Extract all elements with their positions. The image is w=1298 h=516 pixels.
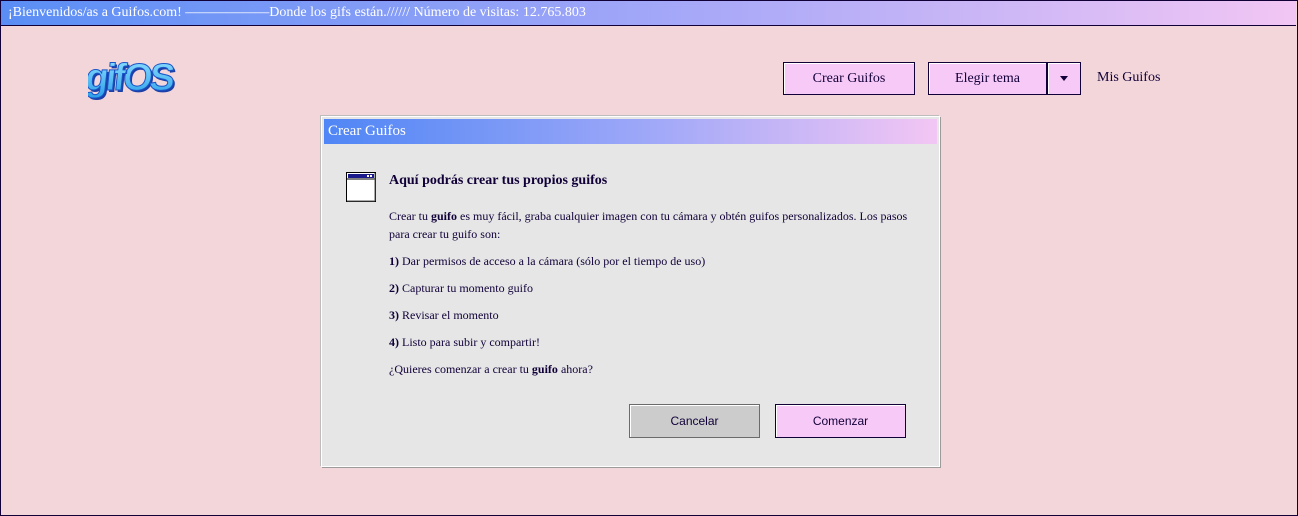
window-icon <box>346 172 376 202</box>
question-suffix: ahora? <box>557 362 593 376</box>
dialog-title: Crear Guifos <box>328 123 406 139</box>
dialog-body: Crear tu guifo es muy fácil, graba cualq… <box>389 207 919 378</box>
welcome-banner: ¡Bienvenidos/as a Guifos.com! ——————Dond… <box>1 1 1296 26</box>
welcome-banner-text: ¡Bienvenidos/as a Guifos.com! ——————Dond… <box>8 5 586 20</box>
step-item: 3) Revisar el momento <box>389 306 919 324</box>
intro-suffix: es muy fácil, graba cualquier imagen con… <box>389 209 908 241</box>
dialog-title-bar: Crear Guifos <box>324 119 937 144</box>
logo-text: gifOS <box>88 57 176 99</box>
crear-guifos-button[interactable]: Crear Guifos <box>783 62 915 95</box>
step-item: 2) Capturar tu momento guifo <box>389 279 919 297</box>
step-text: Revisar el momento <box>399 308 499 322</box>
intro-bold: guifo <box>430 209 457 223</box>
step-number: 3) <box>389 308 399 322</box>
chevron-down-icon <box>1060 76 1068 81</box>
question-paragraph: ¿Quieres comenzar a crear tu guifo ahora… <box>389 360 919 378</box>
cancel-button[interactable]: Cancelar <box>629 404 760 438</box>
step-item: 4) Listo para subir y compartir! <box>389 333 919 351</box>
gifos-logo[interactable]: gifOS gifOS <box>83 56 178 102</box>
cancel-label: Cancelar <box>670 414 719 428</box>
step-number: 4) <box>389 335 399 349</box>
start-label: Comenzar <box>812 414 869 428</box>
intro-paragraph: Crear tu guifo es muy fácil, graba cualq… <box>389 207 919 243</box>
elegir-tema-button[interactable]: Elegir tema <box>928 62 1047 95</box>
step-text: Capturar tu momento guifo <box>399 281 533 295</box>
mis-guifos-link[interactable]: Mis Guifos <box>1097 70 1160 86</box>
step-number: 2) <box>389 281 399 295</box>
dialog-heading: Aquí podrás crear tus propios guifos <box>389 173 608 188</box>
elegir-tema-label: Elegir tema <box>955 70 1020 86</box>
question-bold: guifo <box>531 362 558 376</box>
crear-guifos-label: Crear Guifos <box>812 70 886 86</box>
step-text: Listo para subir y compartir! <box>399 335 540 349</box>
step-item: 1) Dar permisos de acceso a la cámara (s… <box>389 252 919 270</box>
crear-guifos-dialog: Crear Guifos Aquí podrás crear tus propi… <box>321 116 940 467</box>
intro-prefix: Crear tu <box>389 209 431 223</box>
start-button[interactable]: Comenzar <box>775 404 906 438</box>
step-text: Dar permisos de acceso a la cámara (sólo… <box>399 254 706 268</box>
step-number: 1) <box>389 254 399 268</box>
elegir-tema-dropdown-button[interactable] <box>1047 62 1081 95</box>
question-prefix: ¿Quieres comenzar a crear tu <box>389 362 532 376</box>
